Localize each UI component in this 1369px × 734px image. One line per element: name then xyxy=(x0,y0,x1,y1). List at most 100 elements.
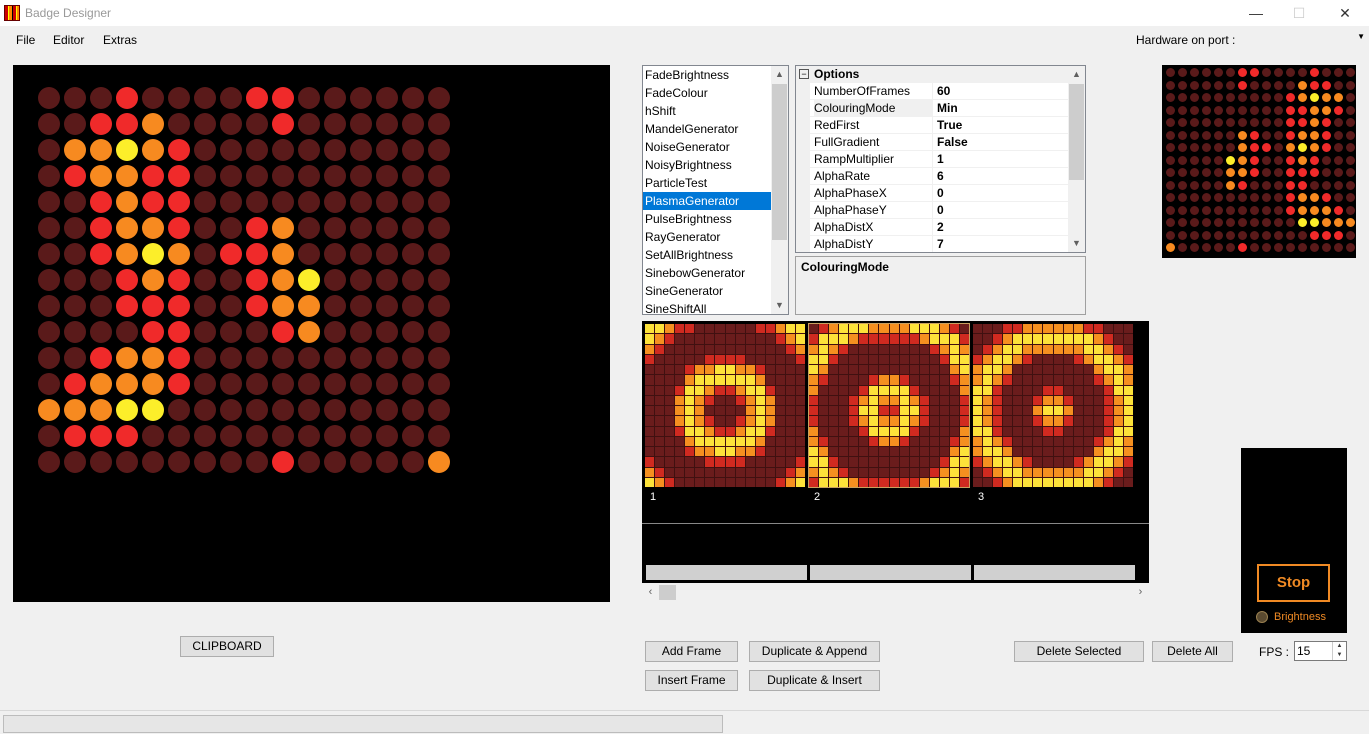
led[interactable] xyxy=(142,243,164,265)
led[interactable] xyxy=(402,451,424,473)
led[interactable] xyxy=(90,321,112,343)
add-frame-button[interactable]: Add Frame xyxy=(645,641,738,662)
generator-list-item[interactable]: MandelGenerator xyxy=(643,120,772,138)
led[interactable] xyxy=(246,87,268,109)
led[interactable] xyxy=(402,87,424,109)
led[interactable] xyxy=(246,165,268,187)
led[interactable] xyxy=(428,347,450,369)
frames-scrollbar[interactable]: ‹ › xyxy=(642,584,1149,601)
delete-all-button[interactable]: Delete All xyxy=(1152,641,1233,662)
menu-editor[interactable]: Editor xyxy=(53,33,84,47)
property-row[interactable]: RedFirst True xyxy=(796,117,1085,134)
led[interactable] xyxy=(142,191,164,213)
led[interactable] xyxy=(168,139,190,161)
led[interactable] xyxy=(350,113,372,135)
generator-list-item[interactable]: SineShiftAll xyxy=(643,300,772,314)
led[interactable] xyxy=(272,139,294,161)
led[interactable] xyxy=(168,217,190,239)
property-category[interactable]: − Options xyxy=(796,66,1085,83)
led[interactable] xyxy=(272,243,294,265)
led[interactable] xyxy=(142,373,164,395)
led[interactable] xyxy=(220,399,242,421)
led[interactable] xyxy=(194,425,216,447)
led[interactable] xyxy=(298,399,320,421)
led[interactable] xyxy=(90,165,112,187)
led[interactable] xyxy=(220,217,242,239)
led[interactable] xyxy=(90,451,112,473)
led[interactable] xyxy=(168,399,190,421)
led[interactable] xyxy=(350,87,372,109)
led[interactable] xyxy=(272,269,294,291)
frame-thumbnail[interactable] xyxy=(645,324,805,487)
led[interactable] xyxy=(168,295,190,317)
frame-thumbnail[interactable] xyxy=(973,324,1133,487)
led[interactable] xyxy=(402,399,424,421)
led[interactable] xyxy=(194,399,216,421)
led[interactable] xyxy=(272,425,294,447)
generator-list-item[interactable]: ParticleTest xyxy=(643,174,772,192)
led[interactable] xyxy=(402,113,424,135)
property-row[interactable]: AlphaDistY 7 xyxy=(796,236,1085,252)
led[interactable] xyxy=(90,243,112,265)
led[interactable] xyxy=(298,87,320,109)
led[interactable] xyxy=(272,87,294,109)
led[interactable] xyxy=(428,269,450,291)
led[interactable] xyxy=(142,399,164,421)
led[interactable] xyxy=(90,139,112,161)
led[interactable] xyxy=(246,321,268,343)
scroll-left-icon[interactable]: ‹ xyxy=(642,584,659,601)
led[interactable] xyxy=(298,425,320,447)
led[interactable] xyxy=(116,321,138,343)
led-matrix-canvas[interactable] xyxy=(13,65,610,602)
led[interactable] xyxy=(116,217,138,239)
property-grid-scrollbar[interactable]: ▲ ▼ xyxy=(1068,66,1085,252)
frames-strip[interactable]: 1 2 3 xyxy=(642,321,1149,583)
led[interactable] xyxy=(376,347,398,369)
led[interactable] xyxy=(64,217,86,239)
led[interactable] xyxy=(116,451,138,473)
led[interactable] xyxy=(220,87,242,109)
led[interactable] xyxy=(38,451,60,473)
scroll-right-icon[interactable]: › xyxy=(1132,584,1149,601)
property-row[interactable]: RampMultiplier 1 xyxy=(796,151,1085,168)
property-value[interactable]: True xyxy=(937,117,962,134)
led[interactable] xyxy=(116,165,138,187)
led[interactable] xyxy=(194,165,216,187)
led[interactable] xyxy=(246,191,268,213)
fps-stepper[interactable]: 15 ▲ ▼ xyxy=(1294,641,1347,661)
led[interactable] xyxy=(350,295,372,317)
led[interactable] xyxy=(324,373,346,395)
duplicate-insert-button[interactable]: Duplicate & Insert xyxy=(749,670,880,691)
led[interactable] xyxy=(194,347,216,369)
led[interactable] xyxy=(168,243,190,265)
led[interactable] xyxy=(324,321,346,343)
property-row[interactable]: AlphaPhaseX 0 xyxy=(796,185,1085,202)
led[interactable] xyxy=(324,347,346,369)
led[interactable] xyxy=(194,243,216,265)
led[interactable] xyxy=(90,113,112,135)
led[interactable] xyxy=(350,243,372,265)
led[interactable] xyxy=(64,347,86,369)
led[interactable] xyxy=(272,347,294,369)
led[interactable] xyxy=(298,321,320,343)
led[interactable] xyxy=(402,269,424,291)
led[interactable] xyxy=(168,451,190,473)
led[interactable] xyxy=(90,399,112,421)
led[interactable] xyxy=(38,243,60,265)
scroll-up-icon[interactable]: ▲ xyxy=(1068,66,1085,83)
led[interactable] xyxy=(376,373,398,395)
led[interactable] xyxy=(272,373,294,395)
generator-list-scrollbar[interactable]: ▲ ▼ xyxy=(771,66,788,314)
clipboard-button[interactable]: CLIPBOARD xyxy=(180,636,274,657)
led[interactable] xyxy=(428,451,450,473)
led[interactable] xyxy=(220,269,242,291)
generator-list-item[interactable]: SetAllBrightness xyxy=(643,246,772,264)
led[interactable] xyxy=(38,139,60,161)
led[interactable] xyxy=(246,373,268,395)
led[interactable] xyxy=(350,269,372,291)
led[interactable] xyxy=(298,347,320,369)
led[interactable] xyxy=(64,269,86,291)
generator-list-item[interactable]: FadeBrightness xyxy=(643,66,772,84)
led[interactable] xyxy=(38,191,60,213)
led[interactable] xyxy=(116,373,138,395)
